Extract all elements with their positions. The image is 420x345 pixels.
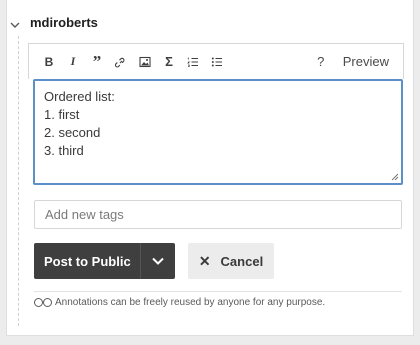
close-icon: ✕ [198, 252, 211, 269]
numbered-list-button[interactable] [181, 50, 205, 74]
resize-grip-icon[interactable] [391, 173, 399, 181]
textarea-line: 3. third [44, 143, 84, 158]
post-to-public-button[interactable]: Post to Public [34, 243, 175, 279]
italic-icon: I [70, 54, 76, 68]
editor-toolbar: B I ” Σ ? Preview [28, 43, 404, 79]
tags-input[interactable]: Add new tags [34, 200, 402, 229]
quote-icon: ” [92, 51, 102, 71]
textarea-line: Ordered list: [44, 89, 115, 104]
bullet-list-button[interactable] [205, 50, 229, 74]
username[interactable]: mdiroberts [30, 15, 98, 30]
link-button[interactable] [109, 50, 133, 74]
license-text: Annotations can be freely reused by anyo… [55, 297, 326, 308]
image-icon [139, 56, 151, 67]
thread-line [18, 36, 19, 326]
chevron-down-icon[interactable] [141, 257, 175, 265]
collapse-chevron-icon[interactable] [10, 17, 20, 28]
textarea-line: 1. first [44, 107, 80, 122]
link-icon [115, 57, 125, 67]
cancel-button-label: Cancel [220, 253, 264, 269]
markdown-editor: B I ” Σ ? Preview Ordered list: 1. first… [28, 43, 404, 185]
cancel-button[interactable]: ✕ Cancel [188, 243, 274, 279]
creative-commons-icon [34, 298, 52, 307]
textarea-line: 2. second [44, 125, 101, 140]
license-notice: Annotations can be freely reused by anyo… [34, 291, 402, 308]
numbered-list-icon [187, 57, 198, 67]
bullet-list-icon [211, 57, 222, 66]
cc-circle [34, 298, 43, 307]
bold-icon: B [44, 54, 54, 69]
quote-button[interactable]: ” [85, 50, 109, 74]
help-icon[interactable]: ? [309, 54, 333, 69]
post-button-label: Post to Public [44, 253, 131, 269]
math-button[interactable]: Σ [157, 50, 181, 74]
cc-zero-circle [43, 298, 52, 307]
preview-button[interactable]: Preview [343, 54, 389, 69]
annotation-textarea[interactable]: Ordered list: 1. first 2. second 3. thir… [33, 79, 403, 185]
italic-button[interactable]: I [61, 50, 85, 74]
bold-button[interactable]: B [37, 50, 61, 74]
image-button[interactable] [133, 50, 157, 74]
math-icon: Σ [165, 54, 173, 69]
annotation-header: mdiroberts [10, 12, 98, 32]
